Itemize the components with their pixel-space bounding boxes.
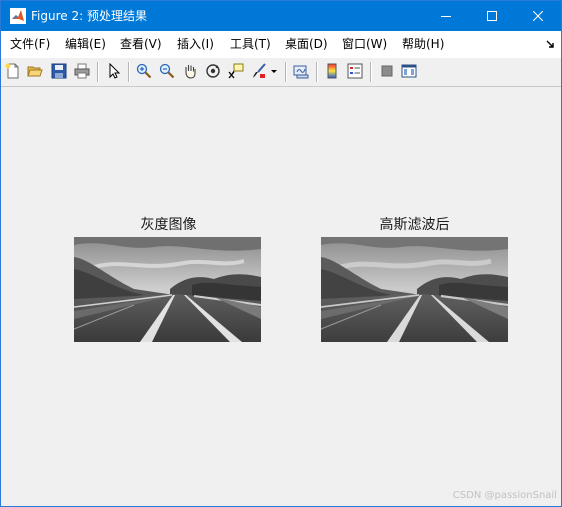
link-plot-icon	[293, 65, 309, 79]
minimize-icon	[441, 16, 451, 17]
menu-overflow-arrow-icon[interactable]	[546, 40, 555, 49]
toolbar-separator	[97, 62, 99, 82]
toolbar-separator	[128, 62, 130, 82]
hide-plot-tools-icon	[381, 65, 393, 77]
toolbar-separator	[285, 62, 287, 82]
save-icon	[51, 63, 67, 79]
data-cursor-button[interactable]	[227, 62, 245, 80]
legend-icon	[347, 63, 363, 79]
menu-insert[interactable]: 插入(I)	[177, 37, 214, 52]
menu-edit[interactable]: 编辑(E)	[65, 37, 106, 52]
window-title: Figure 2: 预处理结果	[31, 9, 147, 23]
colorbar-button[interactable]	[323, 62, 341, 80]
brush-dropdown-button[interactable]	[269, 62, 279, 80]
zoom-out-button[interactable]	[158, 62, 176, 80]
zoom-in-icon	[136, 63, 152, 79]
data-cursor-icon	[228, 63, 244, 79]
menu-tools[interactable]: 工具(T)	[230, 37, 271, 52]
figure-window: Figure 2: 预处理结果 文件(F) 编辑(E) 查看(V) 插入(I) …	[0, 0, 562, 507]
brush-icon	[253, 63, 266, 78]
brush-button[interactable]	[250, 62, 268, 80]
axes-title-grayscale: 灰度图像	[140, 217, 197, 233]
edit-plot-button[interactable]	[105, 62, 123, 80]
new-figure-icon	[5, 63, 19, 79]
brush-dropdown-icon	[271, 70, 277, 73]
gaussian-filtered-road-image[interactable]	[321, 237, 508, 342]
edit-plot-arrow-icon	[109, 63, 121, 79]
new-figure-button[interactable]	[4, 62, 22, 80]
matlab-icon	[10, 8, 26, 24]
rotate-3d-icon	[206, 64, 220, 78]
link-plot-button[interactable]	[292, 62, 310, 80]
rotate-3d-button[interactable]	[204, 62, 222, 80]
zoom-in-button[interactable]	[135, 62, 153, 80]
minimize-button[interactable]	[423, 1, 469, 31]
toolbar-separator	[370, 62, 372, 82]
show-plot-tools-icon	[401, 64, 417, 78]
menu-window[interactable]: 窗口(W)	[342, 37, 387, 52]
close-button[interactable]	[515, 1, 561, 31]
print-icon	[74, 63, 90, 79]
legend-button[interactable]	[346, 62, 364, 80]
menu-view[interactable]: 查看(V)	[120, 37, 162, 52]
title-bar[interactable]: Figure 2: 预处理结果	[1, 1, 561, 31]
maximize-button[interactable]	[469, 1, 515, 31]
save-button[interactable]	[50, 62, 68, 80]
figure-canvas: 灰度图像 高斯滤波后 CSDN @passionSnail	[1, 87, 561, 506]
hide-plot-tools-button[interactable]	[378, 62, 396, 80]
menu-file[interactable]: 文件(F)	[10, 37, 50, 52]
axes-title-gaussian: 高斯滤波后	[379, 217, 450, 233]
toolbar-separator	[316, 62, 318, 82]
maximize-icon	[487, 11, 497, 21]
figure-toolbar	[1, 58, 561, 87]
pan-button[interactable]	[181, 62, 199, 80]
colorbar-icon	[327, 63, 337, 79]
grayscale-road-image[interactable]	[74, 237, 261, 342]
open-file-icon	[27, 66, 43, 77]
menu-bar: 文件(F) 编辑(E) 查看(V) 插入(I) 工具(T) 桌面(D) 窗口(W…	[1, 31, 561, 59]
close-icon	[533, 11, 543, 21]
pan-hand-icon	[185, 65, 196, 79]
menu-desktop[interactable]: 桌面(D)	[285, 37, 328, 52]
open-file-button[interactable]	[26, 62, 44, 80]
print-button[interactable]	[73, 62, 91, 80]
menu-help[interactable]: 帮助(H)	[402, 37, 444, 52]
zoom-out-icon	[159, 63, 175, 79]
watermark-text: CSDN @passionSnail	[452, 490, 557, 501]
show-plot-tools-button[interactable]	[400, 62, 418, 80]
